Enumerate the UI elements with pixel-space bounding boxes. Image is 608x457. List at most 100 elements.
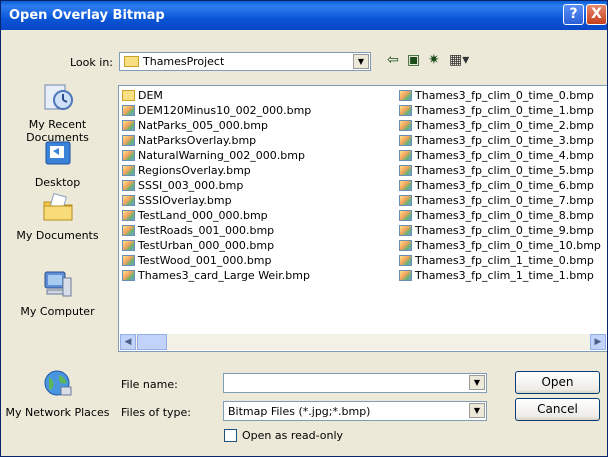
file-type-select[interactable]: Bitmap Files (*.jpg;*.bmp) ▼ (223, 401, 487, 421)
file-name: Thames3_fp_clim_1_time_1.bmp (415, 269, 594, 282)
file-item[interactable]: Thames3_fp_clim_0_time_2.bmp (399, 118, 601, 133)
file-item[interactable]: Thames3_fp_clim_0_time_6.bmp (399, 178, 601, 193)
scroll-right-arrow-icon[interactable]: ▶ (590, 334, 606, 350)
file-item[interactable]: DEM (122, 88, 311, 103)
file-name: Thames3_fp_clim_0_time_0.bmp (415, 89, 594, 102)
bitmap-file-icon (122, 255, 135, 266)
file-item[interactable]: Thames3_fp_clim_0_time_5.bmp (399, 163, 601, 178)
bitmap-file-icon (399, 270, 412, 281)
file-item[interactable]: Thames3_fp_clim_0_time_1.bmp (399, 103, 601, 118)
bitmap-file-icon (399, 135, 412, 146)
place-my-computer[interactable]: My Computer (5, 266, 110, 318)
place-label: Desktop (34, 176, 81, 189)
file-item[interactable]: SSSI_003_000.bmp (122, 178, 311, 193)
bitmap-file-icon (399, 210, 412, 221)
file-name-label: File name: (121, 378, 178, 391)
file-item[interactable]: Thames3_fp_clim_0_time_8.bmp (399, 208, 601, 223)
bitmap-file-icon (122, 225, 135, 236)
bitmap-file-icon (399, 240, 412, 251)
bitmap-file-icon (122, 135, 135, 146)
open-button[interactable]: Open (515, 371, 600, 394)
bitmap-file-icon (399, 150, 412, 161)
file-item[interactable]: Thames3_card_Large Weir.bmp (122, 268, 311, 283)
place-label: My Network Places (5, 406, 110, 419)
title-bar[interactable]: Open Overlay Bitmap ? X (1, 1, 607, 30)
folder-icon (122, 90, 135, 101)
back-arrow-icon[interactable]: ⇦ (387, 51, 399, 69)
bitmap-file-icon (122, 150, 135, 161)
chevron-down-icon[interactable]: ▼ (469, 375, 485, 390)
file-item[interactable]: Thames3_fp_clim_0_time_4.bmp (399, 148, 601, 163)
close-button[interactable]: X (586, 4, 607, 25)
file-name: RegionsOverlay.bmp (138, 164, 251, 177)
file-name: TestLand_000_000.bmp (138, 209, 268, 222)
file-name-input[interactable]: ▼ (223, 373, 487, 393)
file-name: Thames3_fp_clim_0_time_8.bmp (415, 209, 594, 222)
file-item[interactable]: TestRoads_001_000.bmp (122, 223, 311, 238)
file-item[interactable]: DEM120Minus10_002_000.bmp (122, 103, 311, 118)
file-item[interactable]: Thames3_fp_clim_1_time_1.bmp (399, 268, 601, 283)
bitmap-file-icon (122, 120, 135, 131)
file-item[interactable]: NatParksOverlay.bmp (122, 133, 311, 148)
bitmap-file-icon (122, 180, 135, 191)
place-my-documents[interactable]: My Documents (5, 190, 110, 242)
window-title: Open Overlay Bitmap (9, 8, 165, 23)
bitmap-file-icon (399, 195, 412, 206)
place-desktop[interactable]: Desktop (5, 137, 110, 189)
network-places-icon (44, 370, 71, 396)
file-item[interactable]: Thames3_fp_clim_0_time_9.bmp (399, 223, 601, 238)
cancel-button[interactable]: Cancel (515, 398, 600, 421)
file-item[interactable]: Thames3_fp_clim_0_time_10.bmp (399, 238, 601, 253)
my-computer-icon (44, 271, 71, 297)
file-name: Thames3_fp_clim_0_time_1.bmp (415, 104, 594, 117)
chevron-down-icon[interactable]: ▼ (353, 54, 369, 69)
look-in-value: ThamesProject (143, 55, 225, 68)
places-bar: My Recent Documents Desktop My Documents… (5, 79, 110, 447)
file-name: NatParks_005_000.bmp (138, 119, 268, 132)
file-item[interactable]: TestLand_000_000.bmp (122, 208, 311, 223)
read-only-label: Open as read-only (242, 429, 344, 442)
folder-icon (124, 56, 139, 67)
read-only-checkbox[interactable] (224, 429, 237, 442)
file-item[interactable]: NaturalWarning_002_000.bmp (122, 148, 311, 163)
recent-documents-icon (44, 84, 73, 110)
bitmap-file-icon (122, 195, 135, 206)
file-list[interactable]: DEM DEM120Minus10_002_000.bmp NatParks_005… (118, 85, 607, 352)
new-folder-icon[interactable]: ✷ (428, 51, 440, 69)
bitmap-file-icon (399, 225, 412, 236)
views-menu-icon[interactable]: ▦▾ (449, 51, 469, 69)
place-label: My Computer (20, 305, 95, 318)
file-name: Thames3_fp_clim_0_time_3.bmp (415, 134, 594, 147)
help-button[interactable]: ? (563, 4, 584, 25)
file-item[interactable]: Thames3_fp_clim_0_time_0.bmp (399, 88, 601, 103)
file-item[interactable]: Thames3_fp_clim_1_time_0.bmp (399, 253, 601, 268)
my-documents-icon (43, 193, 72, 221)
file-item[interactable]: TestUrban_000_000.bmp (122, 238, 311, 253)
bitmap-file-icon (122, 105, 135, 116)
file-name: NaturalWarning_002_000.bmp (138, 149, 305, 162)
file-name: Thames3_fp_clim_0_time_4.bmp (415, 149, 594, 162)
horizontal-scrollbar[interactable]: ◀ ▶ (120, 334, 606, 350)
scroll-left-arrow-icon[interactable]: ◀ (120, 334, 136, 350)
file-list-column-left: DEM DEM120Minus10_002_000.bmp NatParks_005… (122, 88, 311, 283)
file-item[interactable]: NatParks_005_000.bmp (122, 118, 311, 133)
place-network-places[interactable]: My Network Places (5, 367, 110, 419)
file-name: TestRoads_001_000.bmp (138, 224, 275, 237)
file-name: NatParksOverlay.bmp (138, 134, 257, 147)
up-folder-icon[interactable]: ▣ (407, 51, 420, 69)
file-name: Thames3_fp_clim_0_time_5.bmp (415, 164, 594, 177)
file-name: TestUrban_000_000.bmp (138, 239, 275, 252)
chevron-down-icon[interactable]: ▼ (469, 403, 485, 418)
scroll-thumb[interactable] (137, 334, 167, 350)
file-item[interactable]: Thames3_fp_clim_0_time_7.bmp (399, 193, 601, 208)
place-recent-documents[interactable]: My Recent Documents (5, 79, 110, 144)
file-item[interactable]: TestWood_001_000.bmp (122, 253, 311, 268)
file-name: Thames3_card_Large Weir.bmp (138, 269, 310, 282)
file-item[interactable]: Thames3_fp_clim_0_time_3.bmp (399, 133, 601, 148)
file-name: Thames3_fp_clim_0_time_9.bmp (415, 224, 594, 237)
file-name: Thames3_fp_clim_0_time_6.bmp (415, 179, 594, 192)
bitmap-file-icon (122, 210, 135, 221)
file-item[interactable]: SSSIOverlay.bmp (122, 193, 311, 208)
look-in-select[interactable]: ThamesProject ▼ (119, 52, 371, 71)
file-item[interactable]: RegionsOverlay.bmp (122, 163, 311, 178)
